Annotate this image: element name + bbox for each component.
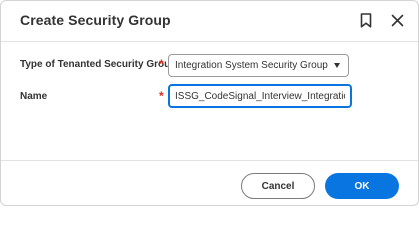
bookmark-button[interactable]	[356, 9, 376, 31]
dialog-body: Type of Tenanted Security Group * Integr…	[1, 42, 418, 160]
dialog-footer: Cancel OK	[1, 160, 418, 205]
bookmark-icon	[360, 12, 372, 28]
select-value: Integration System Security Group (U...	[175, 60, 330, 71]
name-input[interactable]	[168, 84, 352, 108]
dialog-title: Create Security Group	[20, 12, 171, 28]
security-group-type-select[interactable]: Integration System Security Group (U...	[168, 54, 349, 77]
cancel-button[interactable]: Cancel	[241, 173, 315, 199]
required-marker: *	[159, 89, 164, 103]
required-marker: *	[159, 57, 164, 71]
close-icon	[391, 14, 403, 26]
ok-button[interactable]: OK	[325, 173, 399, 199]
close-button[interactable]	[387, 9, 407, 31]
type-field-label: Type of Tenanted Security Group	[20, 59, 177, 70]
dialog-header: Create Security Group	[1, 1, 418, 42]
create-security-group-dialog: Create Security Group Type of Tenanted S…	[0, 0, 419, 206]
caret-down-icon	[334, 63, 340, 68]
name-field-label: Name	[20, 91, 48, 102]
